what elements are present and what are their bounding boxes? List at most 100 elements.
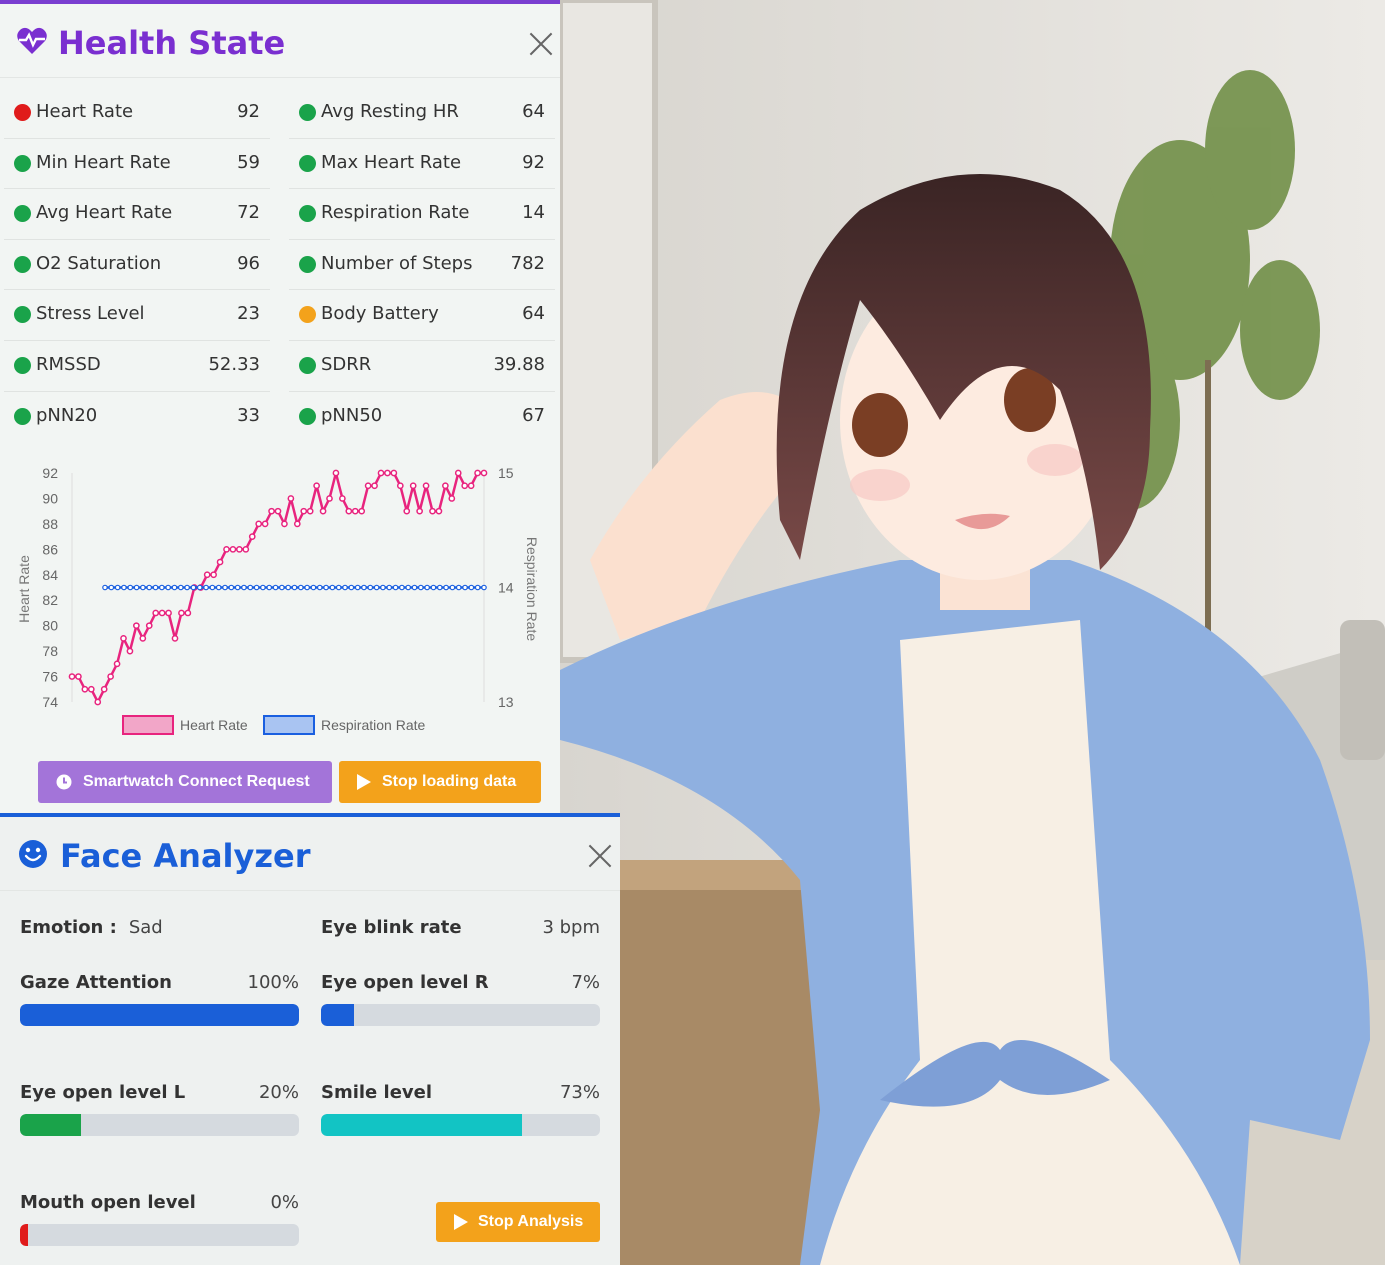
legend-label-respiration-rate: Respiration Rate xyxy=(321,717,425,733)
heart-rate-point xyxy=(274,507,282,515)
metrics-column-left: Heart Rate 92 Min Heart Rate 59 Avg Heart Ra… xyxy=(4,88,270,442)
heart-rate-point xyxy=(268,507,275,515)
health-close-icon[interactable] xyxy=(528,31,554,57)
status-dot-icon xyxy=(14,104,31,121)
metrics-column-right: Avg Resting HR 64 Max Heart Rate 92 Respirat… xyxy=(289,88,555,442)
heart-rate-point xyxy=(210,571,217,579)
couch-cushion xyxy=(1340,620,1385,760)
heart-rate-point xyxy=(152,609,160,617)
respiration-rate-point xyxy=(449,584,456,591)
face-metric-value: 100% xyxy=(247,972,299,993)
respiration-rate-point xyxy=(196,584,203,591)
respiration-rate-point xyxy=(424,584,430,591)
heart-rate-point xyxy=(326,495,333,502)
avatar-eye-left xyxy=(852,393,908,457)
progress-track xyxy=(20,1224,299,1246)
respiration-rate-point xyxy=(361,584,367,591)
face-analyzer-panel: Face Analyzer Emotion : Sad Eye blink rat… xyxy=(0,813,620,1265)
heart-rate-point xyxy=(448,495,456,502)
respiration-rate-point xyxy=(146,584,153,591)
heart-rate-point xyxy=(203,571,211,579)
metric-label: O2 Saturation xyxy=(36,252,162,274)
heart-rate-point xyxy=(248,533,256,540)
respiration-rate-point xyxy=(329,584,336,591)
emotion-value: Sad xyxy=(128,917,163,938)
respiration-rate-point xyxy=(335,584,342,591)
health-panel-title: Health State xyxy=(58,24,286,62)
clock-icon xyxy=(56,774,72,790)
metric-value: 67 xyxy=(522,404,545,426)
respiration-rate-point xyxy=(165,584,171,591)
metric-value: 64 xyxy=(522,101,545,122)
metric-label: SDRR xyxy=(321,353,372,375)
y-tick-label-right: 13 xyxy=(498,694,514,710)
avatar-blush-right xyxy=(1027,444,1083,476)
heart-rate-point xyxy=(281,520,288,528)
metric-value: 39.88 xyxy=(493,353,545,375)
face-metric-value: 73% xyxy=(559,1082,600,1103)
smartwatch-connect-button[interactable]: Smartwatch Connect Request xyxy=(38,761,332,803)
y-axis-title-left: Heart Rate xyxy=(16,555,32,623)
respiration-rate-point xyxy=(279,584,285,591)
stop-loading-button[interactable]: Stop loading data xyxy=(339,761,541,803)
play-icon xyxy=(454,1214,468,1230)
respiration-rate-point xyxy=(127,584,134,591)
y-tick-label-left: 92 xyxy=(42,465,58,481)
metric-label: Number of Steps xyxy=(321,252,473,274)
smartwatch-connect-label: Smartwatch Connect Request xyxy=(83,773,310,790)
respiration-rate-point xyxy=(266,584,273,591)
progress-track xyxy=(321,1114,600,1136)
heart-rate-point xyxy=(332,469,340,477)
face-close-icon[interactable] xyxy=(587,843,613,869)
respiration-rate-point xyxy=(399,584,405,591)
respiration-rate-point xyxy=(474,584,481,591)
heart-rate-point xyxy=(223,545,230,553)
emotion-label: Emotion : xyxy=(20,917,117,938)
health-state-panel: Health State Heart Rate 92 Min Heart Rate 5… xyxy=(0,0,560,815)
eye-blink-value: 3 bpm xyxy=(542,917,600,938)
heart-rate-point xyxy=(300,507,308,515)
respiration-rate-point xyxy=(367,584,374,591)
y-tick-label-left: 84 xyxy=(42,567,58,583)
y-tick-label-left: 90 xyxy=(42,490,58,506)
smiley-face-icon xyxy=(19,840,47,868)
metric-value: 92 xyxy=(237,101,260,122)
metric-label: Min Heart Rate xyxy=(36,151,171,173)
heart-rate-point xyxy=(139,635,147,642)
respiration-rate-point xyxy=(102,584,108,591)
metric-value: 33 xyxy=(237,404,260,426)
metric-row: Avg Heart Rate 72 xyxy=(4,189,270,240)
respiration-rate-point xyxy=(215,584,222,591)
respiration-rate-point xyxy=(140,584,146,591)
heart-rate-point xyxy=(236,545,243,553)
heart-rate-point xyxy=(184,609,192,617)
heart-rate-point xyxy=(384,469,391,477)
heart-rate-point xyxy=(81,685,89,693)
heart-rate-point xyxy=(145,622,153,630)
status-dot-icon xyxy=(299,255,316,273)
heart-rate-point xyxy=(467,482,475,490)
stop-analysis-button[interactable]: Stop Analysis xyxy=(436,1202,600,1242)
legend-swatch-heart-rate xyxy=(122,715,174,735)
heart-rate-point xyxy=(416,507,423,515)
heart-rate-point xyxy=(126,647,134,655)
respiration-rate-point xyxy=(121,584,127,591)
y-tick-label-left: 76 xyxy=(42,669,58,685)
heart-rate-point xyxy=(454,469,462,477)
respiration-rate-point xyxy=(430,584,437,591)
heart-rate-point xyxy=(87,685,95,693)
y-tick-label-right: 15 xyxy=(498,465,514,481)
respiration-rate-point xyxy=(316,584,323,591)
y-tick-label-left: 86 xyxy=(42,541,58,557)
metric-value: 72 xyxy=(237,202,260,224)
heart-rate-point xyxy=(339,495,346,502)
metric-label: Heart Rate xyxy=(36,101,134,122)
heart-rate-point xyxy=(429,507,436,515)
respiration-rate-point xyxy=(468,584,475,591)
status-dot-icon xyxy=(299,306,316,324)
heart-rate-point xyxy=(358,507,366,515)
respiration-rate-point xyxy=(253,584,260,591)
heart-rate-point xyxy=(158,609,166,617)
heart-rate-point xyxy=(442,482,449,490)
heart-rate-point xyxy=(313,482,320,490)
